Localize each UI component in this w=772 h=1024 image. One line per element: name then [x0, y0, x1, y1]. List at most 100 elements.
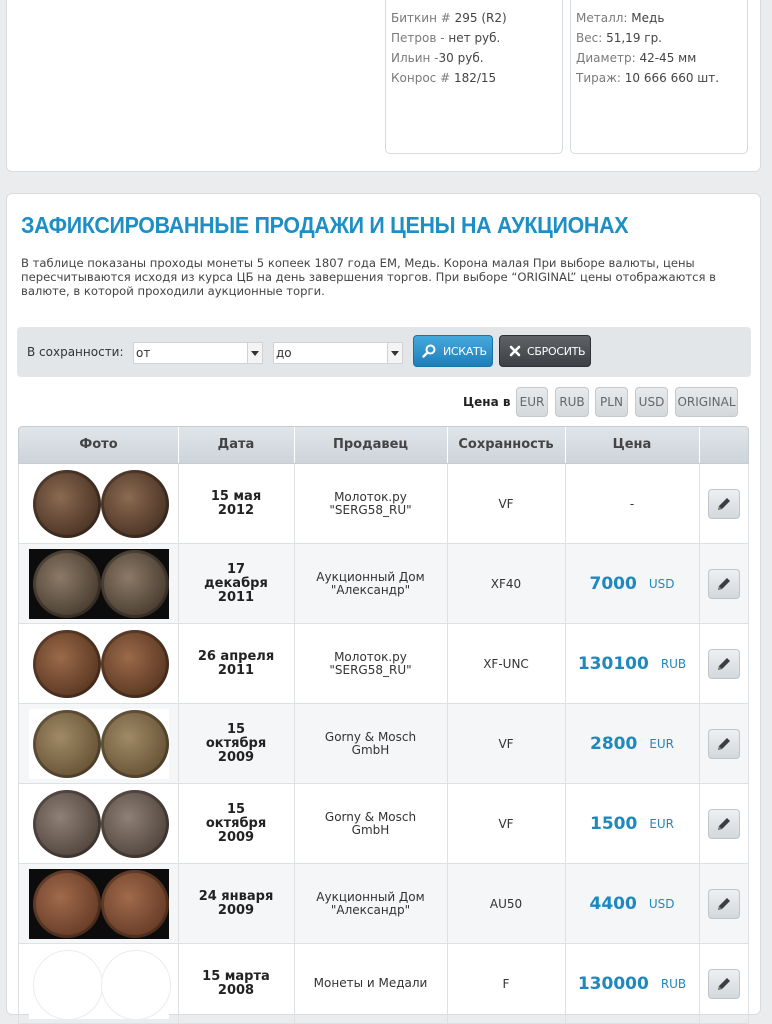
coin-photo-cell: [19, 544, 179, 623]
coin-photo-cell: [19, 704, 179, 783]
catalog-row: Петров - нет руб.: [391, 31, 501, 45]
sale-price: 1500 EUR: [565, 784, 700, 863]
table-row: 17 декабря 2011 Аукционный Дом "Александ…: [18, 544, 749, 624]
pencil-icon: [718, 497, 730, 510]
sale-price: 2800 EUR: [565, 704, 700, 783]
column-actions: [699, 427, 749, 463]
sale-date: 15 октября 2009: [178, 784, 295, 863]
coin-photo[interactable]: [28, 948, 171, 1020]
price-currency: RUB: [660, 976, 687, 991]
column-photo: Фото: [19, 427, 179, 463]
price-currency: EUR: [649, 816, 675, 831]
catalog-info-box: Биткин # 295 (R2) Петров - нет руб. Ильи…: [385, 0, 563, 154]
section-title: ЗАФИКСИРОВАННЫЕ ПРОДАЖИ И ЦЕНЫ НА АУКЦИО…: [21, 212, 629, 238]
currency-pln-button[interactable]: PLN: [595, 387, 628, 417]
edit-button[interactable]: [708, 568, 740, 599]
condition-filter-bar: В сохранности: от до ИСКАТЬ СБРОСИТЬ: [17, 327, 751, 377]
edit-button[interactable]: [708, 808, 740, 839]
coin-image: [32, 949, 103, 1020]
table-row: 26 апреля 2011 Молоток.ру "SERG58_RU" XF…: [18, 624, 749, 704]
coin-image: [32, 789, 101, 858]
coin-photo[interactable]: [28, 548, 169, 619]
coin-photo[interactable]: [28, 708, 169, 779]
coin-condition: F: [447, 944, 566, 1023]
condition-to-select[interactable]: до: [273, 342, 403, 364]
seller-name: Молоток.ру "SERG58_RU": [294, 464, 448, 543]
seller-name: Аукционный Дом "Александр": [294, 864, 448, 943]
auction-sales-card: ЗАФИКСИРОВАННЫЕ ПРОДАЖИ И ЦЕНЫ НА АУКЦИО…: [6, 193, 761, 1024]
coin-image: [100, 549, 169, 618]
coin-condition: VF: [447, 464, 566, 543]
coin-photo[interactable]: [28, 788, 169, 859]
sale-price: 130000 RUB: [565, 944, 700, 1023]
coin-image: [32, 709, 101, 778]
pencil-icon: [718, 577, 730, 590]
search-button[interactable]: ИСКАТЬ: [413, 335, 493, 367]
coin-photo-cell: [19, 784, 179, 863]
sale-date: 24 января 2009: [178, 864, 295, 943]
currency-rub-button[interactable]: RUB: [555, 387, 589, 417]
physical-row: Тираж: 10 666 660 шт.: [576, 71, 720, 85]
coin-image: [100, 709, 169, 778]
physical-row: Вес: 51,19 гр.: [576, 31, 662, 45]
condition-filter-label: В сохранности:: [27, 345, 124, 359]
currency-eur-button[interactable]: EUR: [516, 387, 548, 417]
price-value: 1500: [589, 813, 638, 834]
seller-name: Монеты и Медали: [294, 944, 448, 1023]
seller-name: Аукционный Дом "Александр": [294, 544, 448, 623]
table-row: 15 мая 2012 Молоток.ру "SERG58_RU" VF -: [18, 464, 749, 544]
coin-condition: XF-UNC: [447, 624, 566, 703]
coin-condition: AU50: [447, 864, 566, 943]
pencil-icon: [718, 977, 730, 990]
coin-condition: VF: [447, 784, 566, 863]
price-value: -: [629, 496, 635, 511]
coin-photo-cell: [19, 624, 179, 703]
edit-button[interactable]: [708, 648, 740, 679]
condition-from-value: от: [136, 346, 151, 360]
coin-image: [32, 469, 101, 538]
price-currency: RUB: [660, 656, 687, 671]
seller-name: Gorny & Mosch GmbH: [294, 704, 448, 783]
price-value: 130100: [577, 653, 649, 674]
price-currency: EUR: [649, 736, 675, 751]
table-row: 15 октября 2009 Gorny & Mosch GmbH VF 28…: [18, 704, 749, 784]
coin-image: [32, 549, 101, 618]
coin-photo[interactable]: [28, 868, 169, 939]
reset-button-label: СБРОСИТЬ: [527, 345, 586, 358]
actions-cell: [699, 944, 749, 1023]
edit-button[interactable]: [708, 888, 740, 919]
sale-date: 17 декабря 2011: [178, 544, 295, 623]
currency-usd-button[interactable]: USD: [635, 387, 668, 417]
coin-photo-cell: [19, 864, 179, 943]
catalog-row: Ильин -30 руб.: [391, 51, 484, 65]
actions-cell: [699, 704, 749, 783]
price-value: 4400: [589, 893, 637, 914]
sale-date: 15 мая 2012: [178, 464, 295, 543]
chevron-down-icon: [247, 343, 262, 363]
coin-photo[interactable]: [28, 628, 169, 699]
auction-sales-table: Фото Дата Продавец Сохранность Цена 15 м…: [18, 426, 749, 1024]
coin-image: [100, 789, 169, 858]
physical-info-box: Металл: Медь Вес: 51,19 гр. Диаметр: 42-…: [570, 0, 748, 154]
coin-photo-cell: [19, 944, 179, 1023]
search-button-label: ИСКАТЬ: [443, 345, 487, 358]
edit-button[interactable]: [708, 488, 740, 519]
edit-button[interactable]: [708, 728, 740, 759]
pencil-icon: [718, 817, 730, 830]
price-value: 7000: [589, 573, 637, 594]
table-row: 24 января 2009 Аукционный Дом "Александр…: [18, 864, 749, 944]
chevron-down-icon: [387, 343, 402, 363]
section-description: В таблице показаны проходы монеты 5 копе…: [21, 256, 716, 298]
sale-price: 130100 RUB: [565, 624, 700, 703]
search-icon: [422, 344, 436, 358]
coin-image: [100, 629, 169, 698]
currency-original-button[interactable]: ORIGINAL: [675, 387, 738, 417]
pencil-icon: [718, 737, 730, 750]
edit-button[interactable]: [708, 968, 740, 999]
column-seller: Продавец: [294, 427, 448, 463]
coin-photo[interactable]: [28, 468, 169, 539]
column-date: Дата: [178, 427, 295, 463]
sale-date: 15 марта 2008: [178, 944, 295, 1023]
reset-button[interactable]: СБРОСИТЬ: [499, 335, 591, 367]
condition-from-select[interactable]: от: [133, 342, 263, 364]
